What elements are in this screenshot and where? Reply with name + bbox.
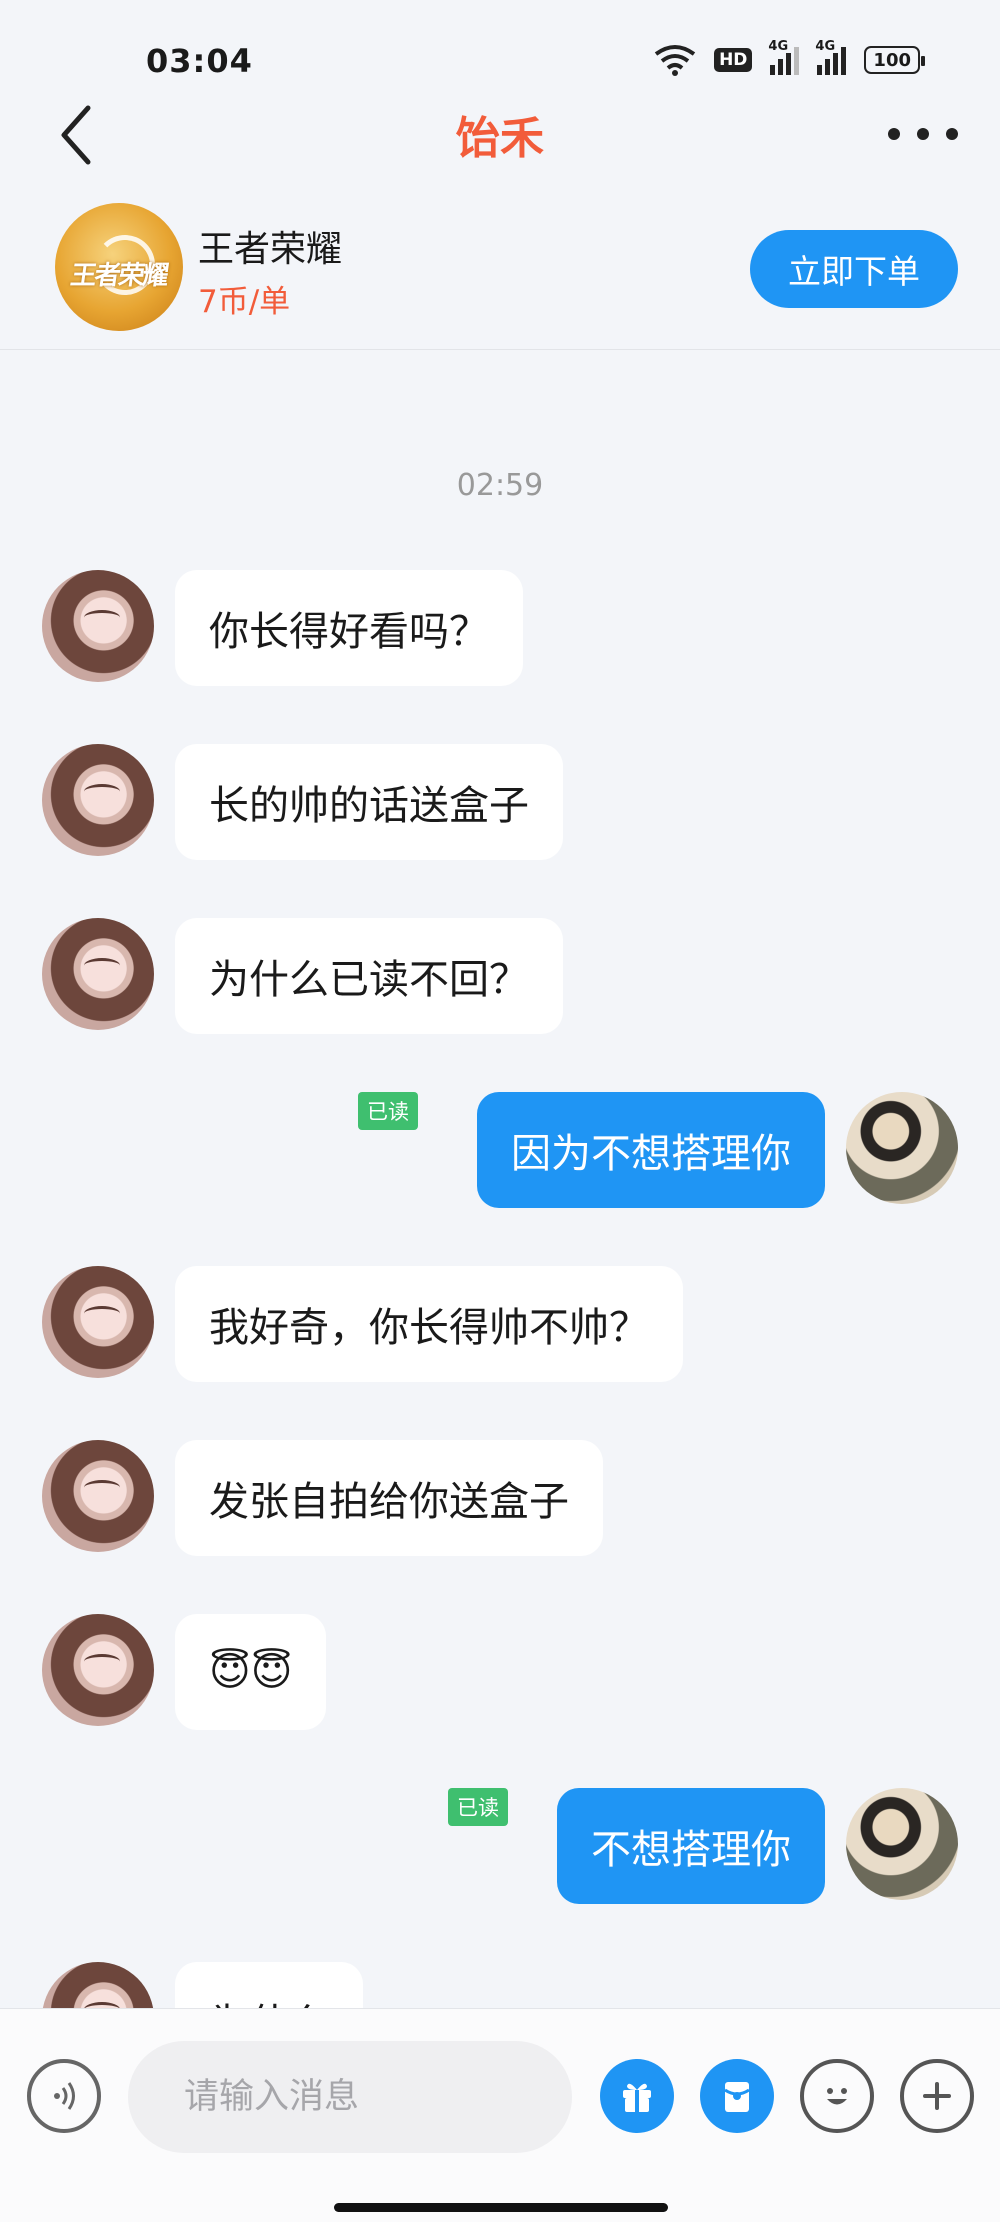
other-avatar[interactable] [42, 570, 154, 682]
battery-level: 100 [873, 49, 911, 71]
emoji-icon [827, 2088, 847, 2105]
read-badge: 已读 [448, 1788, 508, 1826]
product-card: 王者荣耀 王者荣耀 7币/单 立即下单 [0, 190, 1000, 350]
incoming-message[interactable]: 你长得好看吗？ [175, 570, 523, 686]
signal-icon-1: 4G [768, 39, 800, 75]
chat-timestamp: 02:59 [456, 468, 544, 503]
other-avatar[interactable] [42, 918, 154, 1030]
other-avatar[interactable] [42, 744, 154, 856]
outgoing-message[interactable]: 不想搭理你 [557, 1788, 825, 1904]
hd-badge: HD [714, 48, 753, 72]
other-avatar[interactable] [42, 1962, 154, 2008]
voice-icon [54, 2082, 75, 2110]
incoming-message[interactable]: 长的帅的话送盒子 [175, 744, 563, 860]
my-avatar[interactable] [846, 1788, 958, 1900]
other-avatar[interactable] [42, 1266, 154, 1378]
status-time: 03:04 [146, 42, 253, 80]
network-label-2: 4G [815, 39, 836, 54]
incoming-message[interactable]: 😇😇 [175, 1614, 327, 1730]
red-packet-button[interactable] [700, 2059, 774, 2133]
red-packet-icon [724, 2082, 750, 2112]
read-badge: 已读 [358, 1092, 418, 1130]
plus-icon [923, 2082, 951, 2110]
page-title: 饴禾 [456, 113, 544, 164]
nav-bar: 饴禾 [0, 90, 1000, 182]
product-name: 王者荣耀 [198, 229, 343, 270]
network-label-1: 4G [768, 39, 789, 54]
incoming-message[interactable]: 发张自拍给你送盒子 [175, 1440, 603, 1556]
gift-button[interactable] [600, 2059, 674, 2133]
chat-area[interactable]: 02:59 你长得好看吗？ 长的帅的话送盒子 为什么已读不回？ 已读 因为不想搭… [0, 352, 1000, 2008]
gift-icon [623, 2083, 651, 2112]
more-dots-icon[interactable] [888, 114, 958, 154]
my-avatar[interactable] [846, 1092, 958, 1204]
signal-icon-2: 4G [815, 39, 847, 75]
home-indicator[interactable] [334, 2203, 668, 2212]
game-logo-text: 王者荣耀 [68, 261, 169, 291]
game-logo-icon[interactable]: 王者荣耀 [55, 203, 183, 331]
battery-icon: 100 [864, 46, 925, 74]
incoming-message[interactable]: 我好奇，你长得帅不帅？ [175, 1266, 683, 1382]
other-avatar[interactable] [42, 1614, 154, 1726]
incoming-message[interactable]: 为什么 [175, 1962, 363, 2008]
incoming-message[interactable]: 为什么已读不回？ [175, 918, 563, 1034]
status-icons: HD 4G 4G 100 [654, 39, 925, 76]
message-input[interactable] [128, 2041, 572, 2153]
product-price: 7币/单 [198, 284, 291, 320]
input-bar [0, 2008, 1000, 2222]
outgoing-message[interactable]: 因为不想搭理你 [477, 1092, 825, 1208]
plus-button[interactable] [900, 2059, 974, 2133]
order-now-button[interactable]: 立即下单 [750, 230, 958, 308]
wifi-icon [654, 45, 696, 76]
voice-button[interactable] [27, 2059, 101, 2133]
other-avatar[interactable] [42, 1440, 154, 1552]
emoji-button[interactable] [800, 2059, 874, 2133]
